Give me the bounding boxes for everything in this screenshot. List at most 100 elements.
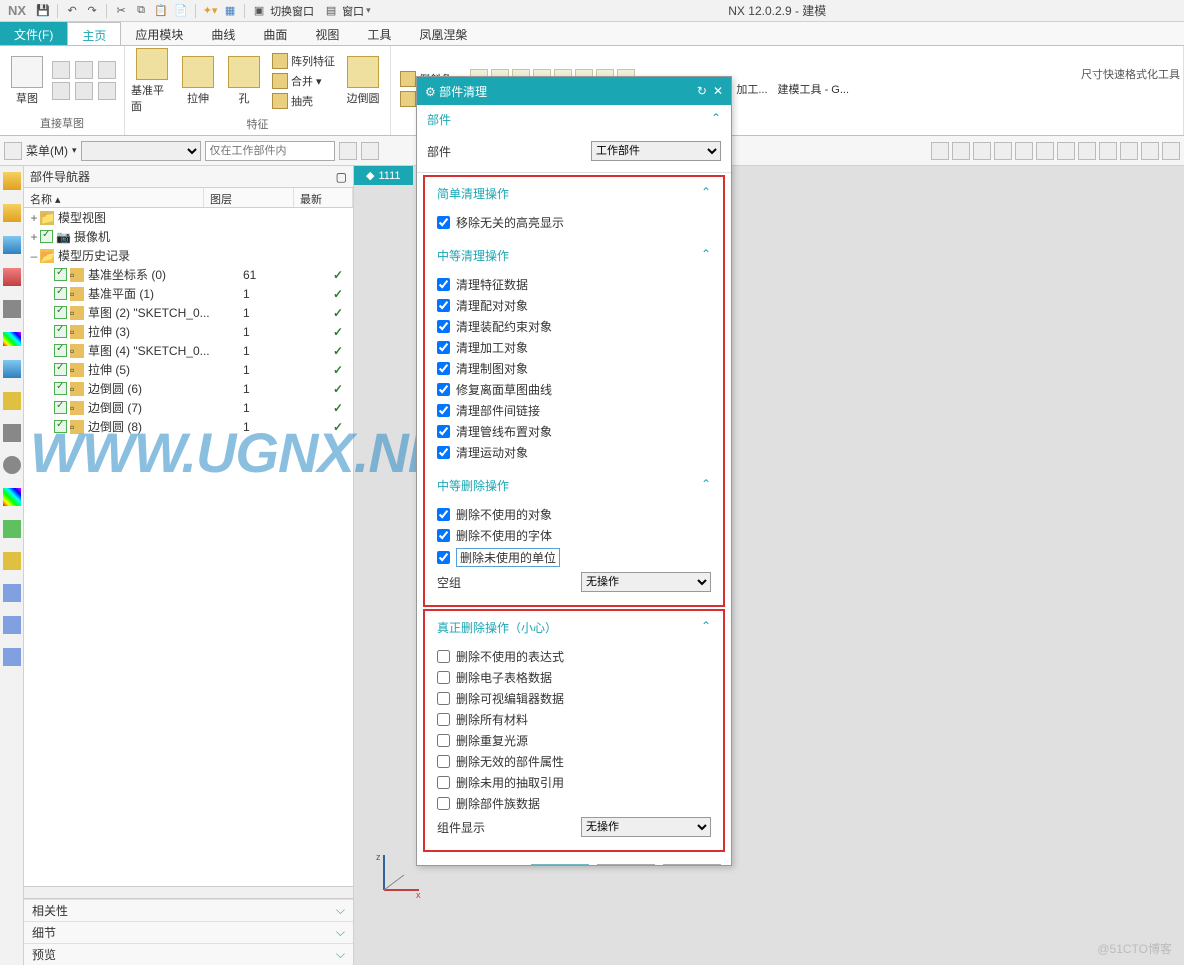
rail-icon[interactable] [3,424,21,442]
tab-home[interactable]: 主页 [67,22,121,45]
tab-view[interactable]: 视图 [301,22,353,45]
cleanup-checkbox[interactable]: 删除重复光源 [437,730,711,751]
prop-icon[interactable]: ▦ [221,2,239,20]
tree-row[interactable]: +📷摄像机 [24,227,353,246]
rail-icon[interactable] [3,268,21,286]
menubar-icon[interactable] [1078,142,1096,160]
tree-row[interactable]: ▫边倒圆 (7)1✓ [24,398,353,417]
shell-button[interactable]: 抽壳 [269,92,338,110]
menubar-icon[interactable] [973,142,991,160]
tab-phoenix[interactable]: 凤凰涅槃 [405,22,481,45]
nav-section-related[interactable]: 相关性⌵ [24,899,353,921]
rail-icon[interactable] [3,172,21,190]
rail-icon[interactable] [3,300,21,318]
rail-icon[interactable] [3,520,21,538]
cleanup-checkbox[interactable]: 删除所有材料 [437,709,711,730]
dialog-close-icon[interactable]: ✕ [713,84,723,98]
touch-icon[interactable]: ✦▾ [201,2,219,20]
cleanup-checkbox[interactable]: 删除未使用的单位 [437,546,711,569]
cleanup-checkbox[interactable]: 清理制图对象 [437,358,711,379]
menubar-icon[interactable] [1120,142,1138,160]
tree-row[interactable]: ▫草图 (4) "SKETCH_0...1✓ [24,341,353,360]
tree-row[interactable]: ▫边倒圆 (8)1✓ [24,417,353,436]
redo-icon[interactable]: ↷ [83,2,101,20]
dialog-reset-icon[interactable]: ↻ [697,84,707,98]
nav-section-detail[interactable]: 细节⌵ [24,921,353,943]
tree-row[interactable]: ▫基准平面 (1)1✓ [24,284,353,303]
sketch-tool-icon[interactable] [75,82,93,100]
filter-input[interactable] [205,141,335,161]
tree-row[interactable]: –📂模型历史记录 [24,246,353,265]
sketch-tool-icon[interactable] [98,82,116,100]
cleanup-checkbox[interactable]: 删除不使用的表达式 [437,646,711,667]
undo-icon[interactable]: ↶ [63,2,81,20]
cleanup-checkbox[interactable]: 清理装配约束对象 [437,316,711,337]
menubar-icon[interactable] [1141,142,1159,160]
cleanup-checkbox[interactable]: 删除电子表格数据 [437,667,711,688]
window-icon[interactable]: ▤ [322,2,340,20]
part-select[interactable]: 工作部件 [591,141,721,161]
document-tab[interactable]: ◆ 1111 [354,166,413,185]
menubar-icon[interactable] [1099,142,1117,160]
cleanup-checkbox[interactable]: 清理管线布置对象 [437,421,711,442]
rail-icon[interactable] [3,648,21,666]
rail-icon[interactable] [3,204,21,222]
col-layer[interactable]: 图层 [204,188,294,207]
tree-row[interactable]: ▫拉伸 (3)1✓ [24,322,353,341]
cleanup-checkbox[interactable]: 移除无关的高亮显示 [437,212,711,233]
pattern-button[interactable]: 阵列特征 [269,52,338,70]
extrude-button[interactable]: 拉伸 [177,56,219,106]
window-menu-label[interactable]: 窗口 [342,3,364,19]
switch-window-icon[interactable]: ▣ [250,2,268,20]
nav-scrollbar[interactable] [24,886,353,898]
rail-icon[interactable] [3,392,21,410]
cleanup-checkbox[interactable]: 修复离面草图曲线 [437,379,711,400]
model-tools-link[interactable]: 建模工具 - G... [778,81,850,97]
section-simple[interactable]: 简单清理操作⌃ [427,179,721,208]
tree-row[interactable]: ▫基准坐标系 (0)61✓ [24,265,353,284]
section-medium-delete[interactable]: 中等删除操作⌃ [427,471,721,500]
ok-button[interactable]: 确定 [531,864,589,865]
rail-icon[interactable] [3,584,21,602]
union-button[interactable]: 合并 ▾ [269,72,338,90]
nav-collapse-icon[interactable]: ▢ [336,170,347,184]
sketch-tool-icon[interactable] [52,61,70,79]
menubar-icon[interactable] [1036,142,1054,160]
cleanup-checkbox[interactable]: 清理特征数据 [437,274,711,295]
empty-group-select[interactable]: 无操作 [581,572,711,592]
sketch-tool-icon[interactable] [52,82,70,100]
tab-curve[interactable]: 曲线 [197,22,249,45]
cleanup-checkbox[interactable]: 清理配对对象 [437,295,711,316]
cleanup-checkbox[interactable]: 删除未用的抽取引用 [437,772,711,793]
cleanup-checkbox[interactable]: 清理加工对象 [437,337,711,358]
datum-button[interactable]: 基准平面 [131,48,173,114]
nav-section-preview[interactable]: 预览⌵ [24,943,353,965]
rail-icon[interactable] [3,360,21,378]
section-part[interactable]: 部件⌃ [417,105,731,134]
menubar-icon[interactable] [361,142,379,160]
menubar-icon[interactable] [994,142,1012,160]
cancel-button[interactable]: 取消 [663,864,721,865]
rail-icon[interactable] [3,236,21,254]
machining-link[interactable]: 加工... [736,81,767,97]
col-name[interactable]: 名称 ▴ [24,188,204,207]
menubar-icon[interactable] [339,142,357,160]
paste2-icon[interactable]: 📄 [172,2,190,20]
rail-icon[interactable] [3,456,21,474]
section-medium-clean[interactable]: 中等清理操作⌃ [427,241,721,270]
tab-surface[interactable]: 曲面 [249,22,301,45]
save-icon[interactable]: 💾 [34,2,52,20]
col-latest[interactable]: 最新 [294,188,353,207]
cleanup-checkbox[interactable]: 删除可视编辑器数据 [437,688,711,709]
chamfer-button[interactable]: 边倒圆 [342,56,384,106]
menubar-icon[interactable] [931,142,949,160]
cleanup-checkbox[interactable]: 删除不使用的对象 [437,504,711,525]
cleanup-checkbox[interactable]: 清理部件间链接 [437,400,711,421]
rail-icon[interactable] [3,488,21,506]
sketch-tool-icon[interactable] [75,61,93,79]
sketch-button[interactable]: 草图 [6,56,48,106]
rail-icon[interactable] [3,616,21,634]
tree-row[interactable]: ▫草图 (2) "SKETCH_0...1✓ [24,303,353,322]
tab-file[interactable]: 文件(F) [0,22,67,45]
dialog-title-bar[interactable]: ⚙ 部件清理 ↻ ✕ [417,77,731,105]
